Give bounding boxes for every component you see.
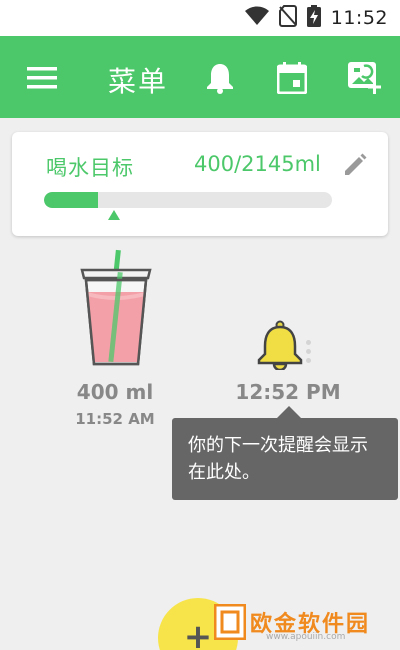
goal-progress-fill (44, 192, 98, 208)
app-bar: 菜单 (0, 36, 400, 118)
drink-entry[interactable]: 400 ml 11:52 AM (72, 248, 158, 438)
status-bar: 11:52 (0, 0, 400, 36)
add-photo-icon[interactable] (344, 58, 384, 98)
reminder-bell-icon (256, 320, 304, 374)
calendar-icon[interactable] (272, 58, 312, 98)
goal-card: 喝水目标 400/2145ml (12, 132, 388, 236)
status-time: 11:52 (330, 7, 388, 29)
watermark: 欧金软件园 www.apouiin.com (210, 598, 400, 650)
wifi-icon (244, 6, 269, 30)
goal-progress-bar (44, 192, 332, 208)
tooltip-arrow (277, 406, 301, 418)
plus-icon: + (183, 617, 213, 650)
more-vertical-icon[interactable] (306, 340, 314, 363)
watermark-logo-icon (213, 603, 247, 644)
no-sim-icon (278, 5, 297, 31)
progress-marker (108, 210, 120, 220)
next-reminder[interactable]: 12:52 PM (228, 318, 348, 408)
pencil-icon[interactable] (340, 150, 370, 180)
goal-value: 400/2145ml (194, 152, 321, 176)
bell-icon[interactable] (200, 58, 240, 98)
status-icons: 11:52 (244, 5, 388, 31)
watermark-url: www.apouiin.com (266, 632, 346, 642)
battery-charging-icon (306, 5, 321, 31)
page-title: 菜单 (108, 65, 169, 98)
drink-cup-icon (76, 248, 156, 374)
goal-label: 喝水目标 (46, 156, 134, 180)
hamburger-menu-icon[interactable] (22, 58, 62, 98)
entry-time: 11:52 AM (75, 410, 155, 428)
reminder-time: 12:52 PM (235, 380, 341, 404)
entry-amount: 400 ml (76, 380, 154, 404)
reminder-tooltip: 你的下一次提醒会显示在此处。 (172, 418, 398, 500)
